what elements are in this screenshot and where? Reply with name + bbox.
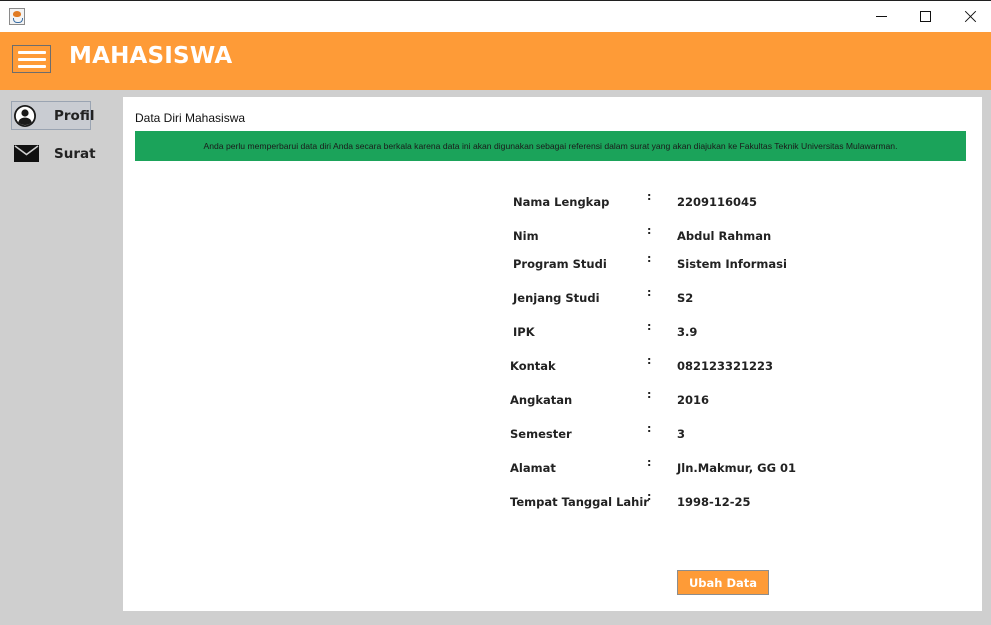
field-separator: : — [647, 422, 652, 435]
user-icon — [14, 105, 36, 127]
field-label-ipk: IPK — [513, 325, 535, 339]
minimize-button[interactable] — [858, 1, 904, 32]
field-value-kontak: 082123321223 — [677, 359, 774, 373]
field-label-alamat: Alamat — [510, 461, 556, 475]
hamburger-menu-button[interactable] — [12, 45, 51, 73]
field-label-nama-lengkap: Nama Lengkap — [513, 195, 610, 209]
field-value-ipk: 3.9 — [677, 325, 698, 339]
field-value-semester: 3 — [677, 427, 686, 441]
field-separator: : — [647, 224, 652, 237]
profile-panel: Data Diri Mahasiswa Anda perlu memperbar… — [123, 97, 982, 611]
sidebar-item-label: Surat — [54, 145, 96, 162]
field-label-nim: Nim — [513, 229, 539, 243]
minimize-icon — [875, 16, 887, 17]
field-label-kontak: Kontak — [510, 359, 556, 373]
java-app-icon — [9, 8, 25, 25]
field-label-tempat-tanggal-lahir: Tempat Tanggal Lahir — [510, 495, 649, 509]
close-icon — [964, 10, 977, 23]
sidebar-item-surat[interactable]: Surat — [11, 139, 96, 168]
ubah-data-button[interactable]: Ubah Data — [677, 570, 769, 595]
close-button[interactable] — [947, 1, 991, 32]
field-value-program-studi: Sistem Informasi — [677, 257, 787, 271]
field-label-jenjang-studi: Jenjang Studi — [513, 291, 600, 305]
app-header: MAHASISWA — [0, 32, 991, 90]
hamburger-icon — [17, 50, 46, 54]
field-separator: : — [647, 354, 652, 367]
panel-title: Data Diri Mahasiswa — [135, 111, 246, 125]
window-titlebar — [0, 0, 991, 32]
field-label-angkatan: Angkatan — [510, 393, 573, 407]
field-separator: : — [647, 388, 652, 401]
field-value-angkatan: 2016 — [677, 393, 710, 407]
field-separator: : — [647, 490, 652, 503]
field-value-nama-lengkap: 2209116045 — [677, 195, 758, 209]
app-title: MAHASISWA — [69, 43, 233, 69]
field-label-semester: Semester — [510, 427, 572, 441]
notice-banner: Anda perlu memperbarui data diri Anda se… — [135, 131, 966, 161]
field-value-alamat: Jln.Makmur, GG 01 — [677, 461, 797, 475]
maximize-button[interactable] — [902, 1, 948, 32]
field-value-jenjang-studi: S2 — [677, 291, 694, 305]
field-value-tempat-tanggal-lahir: 1998-12-25 — [677, 495, 751, 509]
field-separator: : — [647, 320, 652, 333]
field-separator: : — [647, 252, 652, 265]
field-separator: : — [647, 286, 652, 299]
field-separator: : — [647, 456, 652, 469]
field-value-nim: Abdul Rahman — [677, 229, 772, 243]
maximize-icon — [919, 11, 931, 22]
field-separator: : — [647, 190, 652, 203]
sidebar-item-label: Profil — [54, 107, 95, 124]
sidebar-item-profil[interactable]: Profil — [11, 101, 95, 130]
field-label-program-studi: Program Studi — [513, 257, 607, 271]
mail-icon — [14, 145, 39, 162]
